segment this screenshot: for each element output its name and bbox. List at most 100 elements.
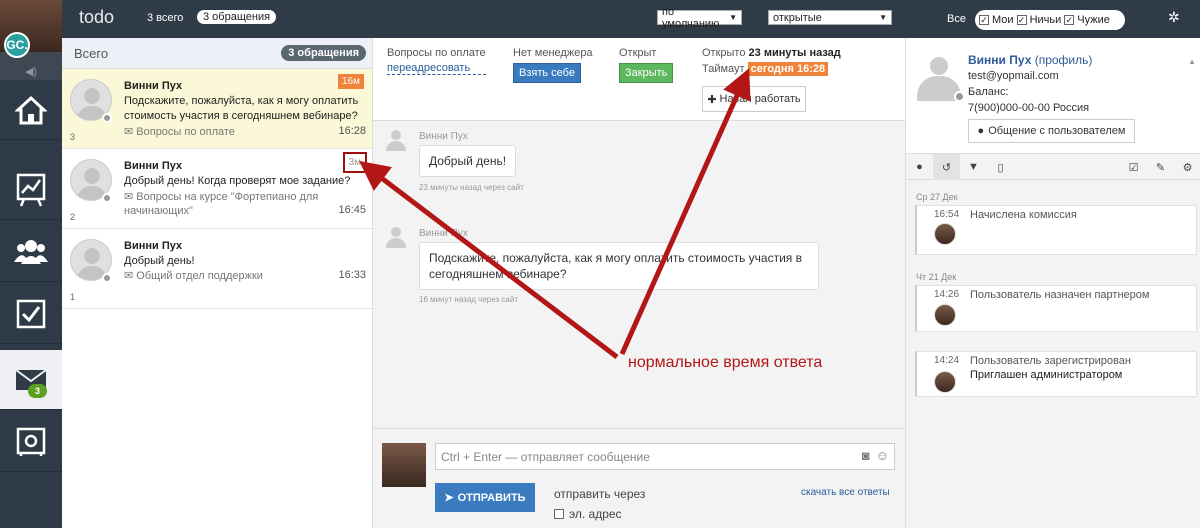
start-work-label: Начал работать [719, 93, 801, 105]
conversation-item[interactable]: 3 Винни Пух Подскажите, пожалуйста, как … [62, 69, 372, 149]
chat-with-user-label: Общение с пользователем [988, 125, 1126, 137]
smiley-icon[interactable]: ☺ [876, 448, 889, 463]
users-icon [14, 239, 48, 264]
paper-plane-icon: ➤ [444, 492, 454, 504]
annotation-label: нормальное время ответа [628, 354, 823, 371]
history-icon[interactable]: ↺ [933, 154, 960, 180]
feed-item: 14:24 Пользователь зарегистрирован Пригл… [915, 351, 1197, 397]
client-name[interactable]: Винни Пух [968, 53, 1031, 67]
operator-avatar [382, 443, 426, 487]
conversation-topic: Вопросы на курсе "Фортепиано для начинаю… [124, 191, 319, 217]
ticket-status: Открыт Закрыть [619, 47, 674, 83]
email-checkbox[interactable] [554, 509, 564, 519]
conversation-number: 2 [70, 212, 76, 222]
send-button[interactable]: ➤ ОТПРАВИТЬ [435, 483, 535, 512]
ticket-timing: Открыто 23 минуты назад Таймаут сегодня … [702, 47, 841, 76]
chart-icon [16, 173, 46, 206]
mail-count-badge: 3 [28, 384, 48, 398]
user-initials-badge[interactable]: GC. [4, 32, 30, 58]
sort-select[interactable]: по умолчанию ▼ [657, 6, 742, 30]
take-button[interactable]: Взять себе [513, 63, 581, 83]
envelope-icon: ✉ [124, 126, 134, 138]
status-dot [102, 273, 112, 283]
opened-value: 23 минуты назад [748, 47, 841, 59]
tasks-icon[interactable]: ☑ [1120, 154, 1147, 180]
topbar: todo 3 всего 3 обращения по умолчанию ▼ … [62, 0, 1200, 38]
others-label: Чужие [1077, 14, 1110, 26]
requests-pill[interactable]: 3 обращения [197, 10, 277, 24]
checkbox-icon [16, 299, 46, 328]
composer: Ctrl + Enter — отправляет сообщение ◙ ☺ ➤… [373, 428, 905, 528]
conversation-time: 16:45 [338, 204, 366, 216]
status-select[interactable]: открытые ▼ [768, 10, 892, 25]
filter-all[interactable]: Все [947, 13, 966, 25]
email-option[interactable]: эл. адрес [554, 507, 622, 521]
nobody-label: Ничьи [1029, 14, 1062, 26]
wait-time-badge: 3м [342, 152, 367, 173]
status-dot [954, 91, 965, 102]
nav-users[interactable] [0, 222, 62, 282]
message-author: Винни Пух [419, 131, 468, 142]
message-input[interactable]: Ctrl + Enter — отправляет сообщение [435, 443, 895, 470]
total-count[interactable]: 3 всего [147, 12, 183, 24]
status-dot [102, 193, 112, 203]
speaker-icon[interactable]: ◀) [0, 62, 62, 80]
start-work-button[interactable]: ✚ Начал работать [702, 86, 806, 112]
mine-checkbox[interactable]: ✓ [979, 15, 989, 25]
mobile-icon[interactable]: ▯ [987, 154, 1014, 180]
conversation-list: Всего 3 обращения 3 Винни Пух Подскажите… [62, 38, 373, 528]
camera-icon[interactable]: ◙ [862, 448, 870, 463]
conversation-number: 1 [70, 292, 76, 302]
ticket-info: Вопросы по оплате переадресовать Нет мен… [373, 38, 905, 121]
wait-time-badge: 16м [338, 74, 364, 89]
gear-icon[interactable]: ⚙ [1174, 154, 1200, 180]
conversation-topic: Общий отдел поддержки [136, 270, 263, 282]
conversation-time: 16:28 [338, 125, 366, 137]
author-avatar-icon [386, 130, 406, 151]
home-icon [15, 95, 47, 124]
nobody-checkbox[interactable]: ✓ [1016, 15, 1027, 25]
user-icon[interactable]: ● [906, 154, 933, 180]
nav-safe[interactable] [0, 412, 62, 472]
send-via-label: отправить через [554, 487, 646, 501]
sort-select-value: по умолчанию [662, 5, 720, 30]
conversation-preview: Добрый день! [124, 255, 195, 267]
conversation-time: 16:33 [338, 269, 366, 281]
pencil-icon[interactable]: ✎ [1147, 154, 1174, 180]
opened-label: Открыто [702, 47, 746, 59]
client-name-line: Винни Пух (профиль) [968, 53, 1092, 67]
activity-feed: Ср 27 Дек 16:54 Начислена комиссия Чт 21… [906, 180, 1200, 528]
conversation-list-header: Всего 3 обращения [62, 38, 372, 69]
download-all-link[interactable]: скачать все ответы [801, 487, 890, 498]
balance-label: Баланс: [968, 86, 1009, 98]
conversation-topic: Вопросы по оплате [136, 126, 235, 138]
nav-mail[interactable]: 3 [0, 350, 62, 410]
feed-detail: Приглашен администратором [970, 369, 1123, 381]
message-meta: 23 минуты назад через сайт [419, 183, 524, 192]
nav-tasks[interactable] [0, 284, 62, 344]
others-checkbox[interactable]: ✓ [1064, 15, 1075, 25]
gear-icon[interactable]: ✲ [1168, 9, 1180, 26]
nav-reports[interactable] [0, 160, 62, 220]
avatar [934, 371, 956, 393]
client-phone: 7(900)000-00-00 Россия [968, 102, 1090, 114]
pin-icon: ✚ [707, 93, 717, 106]
envelope-icon: ✉ [124, 191, 134, 203]
client-panel: Винни Пух (профиль) test@yopmail.com Бал… [905, 38, 1200, 528]
client-email: test@yopmail.com [968, 70, 1059, 82]
author-avatar-icon [386, 227, 406, 248]
cart-icon[interactable]: ▼ [960, 154, 987, 180]
brand-title: todo [79, 7, 115, 27]
message-meta: 16 минут назад через сайт [419, 295, 518, 304]
nav-home[interactable] [0, 80, 62, 140]
owner-filter: ✓ Мои ✓ Ничьи ✓ Чужие [975, 10, 1125, 30]
conversation-preview: Подскажите, пожалуйста, как я могу оплат… [124, 95, 359, 122]
close-button[interactable]: Закрыть [619, 63, 674, 83]
chat-with-user-button[interactable]: ● Общение с пользователем [968, 119, 1135, 143]
profile-link[interactable]: (профиль) [1035, 53, 1093, 67]
conversation-item[interactable]: 2 Винни Пух Добрый день! Когда проверят … [62, 149, 372, 229]
chat-bubble-icon: ● [977, 125, 985, 137]
scroll-up-icon[interactable]: ▲ [1188, 57, 1196, 66]
forward-link[interactable]: переадресовать [387, 62, 486, 75]
conversation-item[interactable]: 1 Винни Пух Добрый день! ✉ Общий отдел п… [62, 229, 372, 309]
